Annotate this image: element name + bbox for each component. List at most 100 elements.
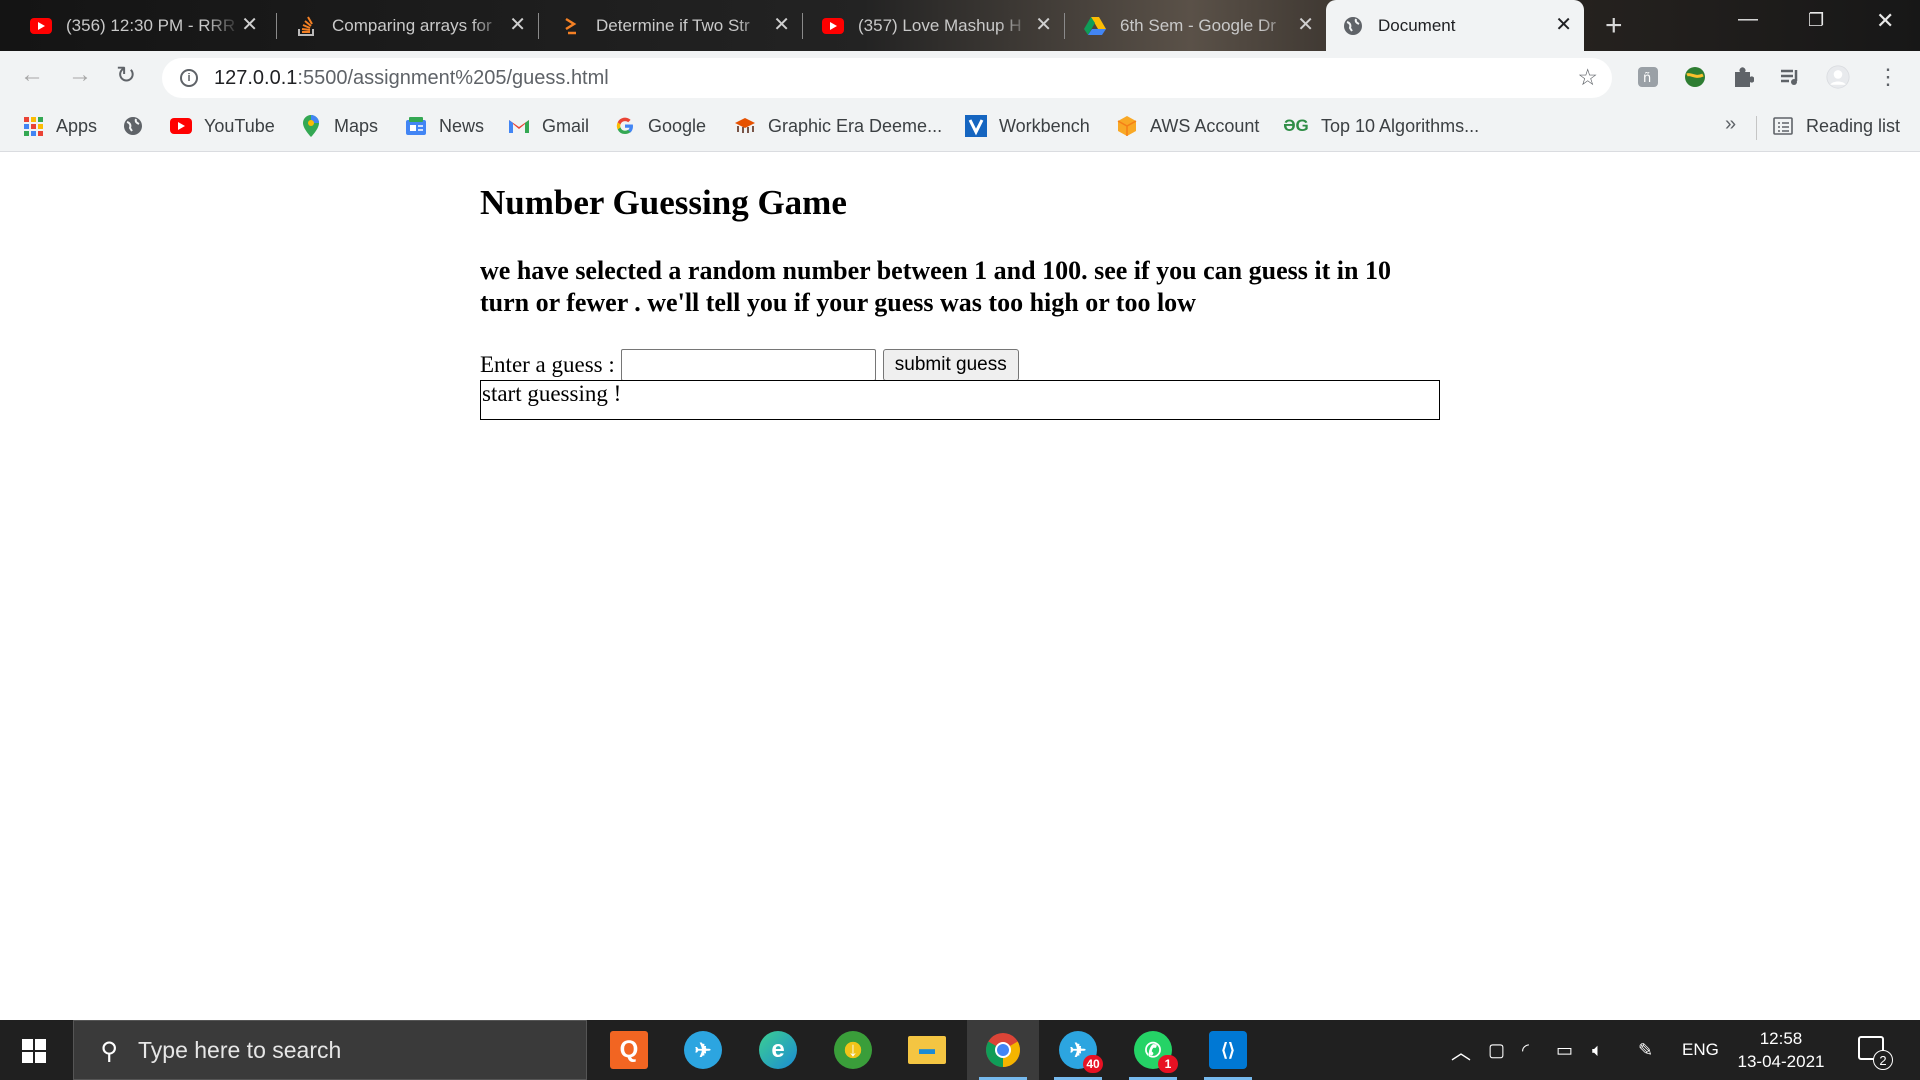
unread-badge: 1 (1158, 1055, 1178, 1073)
bookmark-label: Top 10 Algorithms... (1321, 115, 1480, 136)
edge-icon: e (759, 1031, 797, 1069)
close-icon[interactable]: ✕ (509, 15, 526, 35)
tab-strip: (356) 12:30 PM - RRR ✕ Comparing arrays … (0, 0, 1920, 51)
telegram-icon: ✈ (684, 1031, 722, 1069)
vscode-icon: ⟨⟩ (1209, 1031, 1247, 1069)
guess-label: Enter a guess : (480, 352, 615, 377)
close-icon[interactable]: ✕ (1297, 15, 1314, 35)
taskbar-app-file-explorer[interactable]: ▬ (891, 1020, 963, 1080)
taskbar-app-whatsapp[interactable]: ✆ 1 (1117, 1020, 1189, 1080)
tab-title: 6th Sem - Google Dr (1120, 15, 1276, 35)
forward-arrow-icon[interactable]: → (68, 61, 92, 89)
google-icon (614, 115, 636, 137)
bookmark-label: Apps (56, 115, 98, 136)
guess-form: Enter a guess : submit guess (480, 349, 1019, 381)
bookmark-youtube[interactable]: YouTube (170, 104, 275, 148)
submit-guess-button[interactable]: submit guess (882, 349, 1019, 381)
reload-icon[interactable]: ↻ (116, 61, 136, 90)
media-queue-icon[interactable] (1778, 65, 1802, 89)
close-icon[interactable]: ✕ (1555, 15, 1572, 35)
workbench-icon (965, 115, 987, 137)
restore-icon[interactable]: ❐ (1808, 10, 1824, 31)
bookmark-label: Workbench (999, 115, 1090, 136)
tab-document[interactable]: Document ✕ (1326, 0, 1584, 51)
taskbar-app-telegram[interactable]: ✈ (667, 1020, 739, 1080)
vpn-extension-icon[interactable] (1683, 65, 1707, 89)
tab-google-drive[interactable]: 6th Sem - Google Dr ✕ (1054, 0, 1326, 51)
clock-date: 13-04-2021 (1737, 1052, 1825, 1071)
extension-icon[interactable]: ñ (1636, 65, 1660, 89)
tab-comparing-arrays[interactable]: Comparing arrays for ✕ (266, 0, 538, 51)
address-bar[interactable]: i 127.0.0.1:5500/assignment%205/guess.ht… (162, 58, 1612, 98)
bookmark-aws[interactable]: AWS Account (1116, 104, 1259, 148)
close-window-icon[interactable]: ✕ (1876, 8, 1894, 34)
kebab-menu-icon[interactable]: ⋮ (1876, 64, 1900, 89)
bookmark-globe[interactable] (122, 104, 156, 148)
tab-title: (357) Love Mashup H (858, 15, 1022, 35)
clock-time: 12:58 (1759, 1029, 1803, 1048)
bookmark-maps[interactable]: Maps (300, 104, 378, 148)
info-icon[interactable]: i (180, 69, 198, 87)
aws-box-icon (1116, 115, 1138, 137)
close-icon[interactable]: ✕ (773, 15, 790, 35)
taskbar-app-chrome[interactable] (967, 1020, 1039, 1080)
minimize-icon[interactable]: — (1738, 8, 1758, 31)
extensions-puzzle-icon[interactable] (1731, 65, 1755, 89)
university-icon (734, 115, 756, 137)
bookmark-geeksforgeeks[interactable]: ƏG Top 10 Algorithms... (1283, 104, 1479, 148)
bookmark-label: Google (648, 115, 707, 136)
reading-list-button[interactable]: Reading list (1772, 104, 1900, 148)
tab-title: Document (1378, 15, 1456, 35)
globe-icon (1342, 15, 1364, 37)
result-message: start guessing ! (480, 380, 1440, 420)
guess-input[interactable] (620, 349, 876, 381)
url-path: :5500/assignment%205/guess.html (297, 66, 609, 89)
tab-title: (356) 12:30 PM - RRR (66, 15, 236, 35)
whatsapp-icon: ✆ 1 (1134, 1031, 1178, 1073)
tab-youtube-rrr[interactable]: (356) 12:30 PM - RRR ✕ (0, 0, 270, 51)
bookmark-graphic-era[interactable]: Graphic Era Deeme... (734, 104, 942, 148)
back-arrow-icon[interactable]: ← (20, 61, 44, 89)
language-indicator[interactable]: ENG (1682, 1020, 1719, 1080)
notification-count-badge: 2 (1873, 1050, 1893, 1070)
news-icon (405, 115, 427, 137)
bookmarks-overflow-chevron-icon[interactable]: » (1725, 113, 1736, 136)
pen-workspace-icon[interactable]: ✎ (1638, 1020, 1653, 1080)
apps-grid-icon (22, 115, 44, 137)
bookmark-label: Gmail (542, 115, 590, 136)
bookmark-workbench[interactable]: Workbench (965, 104, 1090, 148)
battery-icon[interactable]: ▭ (1556, 1020, 1573, 1080)
taskbar-app-vscode[interactable]: ⟨⟩ (1192, 1020, 1264, 1080)
bookmark-star-icon[interactable]: ☆ (1577, 64, 1598, 91)
tab-love-mashup[interactable]: (357) Love Mashup H ✕ (792, 0, 1064, 51)
wifi-icon[interactable]: ◜ (1522, 1020, 1529, 1080)
svg-text:ñ: ñ (1643, 71, 1651, 86)
bookmark-apps[interactable]: Apps (22, 104, 97, 148)
close-icon[interactable]: ✕ (1035, 15, 1052, 35)
browser-toolbar: ← → ↻ i 127.0.0.1:5500/assignment%205/gu… (0, 51, 1920, 104)
close-icon[interactable]: ✕ (241, 15, 258, 35)
bookmark-gmail[interactable]: Gmail (508, 104, 589, 148)
tab-determine-strings[interactable]: Determine if Two Str ✕ (530, 0, 802, 51)
search-placeholder: Type here to search (138, 1036, 342, 1063)
bookmark-news[interactable]: News (405, 104, 484, 148)
page-title: Number Guessing Game (480, 183, 847, 222)
url-text[interactable]: 127.0.0.1:5500/assignment%205/guess.html (214, 67, 609, 90)
new-tab-button[interactable]: + (1605, 9, 1623, 43)
reading-list-icon (1772, 115, 1794, 137)
taskbar-app-telegram-desktop[interactable]: ✈ 40 (1042, 1020, 1114, 1080)
system-clock[interactable]: 12:58 13-04-2021 (1736, 1027, 1826, 1073)
show-hidden-icons-chevron-icon[interactable]: ︿ (1451, 1020, 1471, 1080)
bookmark-label: News (439, 115, 485, 136)
volume-icon[interactable]: 🔈︎ (1592, 1020, 1603, 1080)
taskbar-app-qnotes[interactable]: Q (593, 1020, 665, 1080)
windows-start-icon[interactable] (22, 1039, 46, 1063)
bookmark-google[interactable]: Google (614, 104, 706, 148)
bookmark-label: YouTube (204, 115, 275, 136)
profile-avatar[interactable] (1826, 65, 1850, 89)
taskbar-search-box[interactable]: ⚲ Type here to search (73, 1020, 587, 1080)
taskbar-app-idm[interactable]: ↓ (817, 1020, 889, 1080)
meet-now-icon[interactable]: ▢ (1488, 1020, 1505, 1080)
reading-list-label: Reading list (1806, 115, 1901, 136)
taskbar-app-edge[interactable]: e (742, 1020, 814, 1080)
